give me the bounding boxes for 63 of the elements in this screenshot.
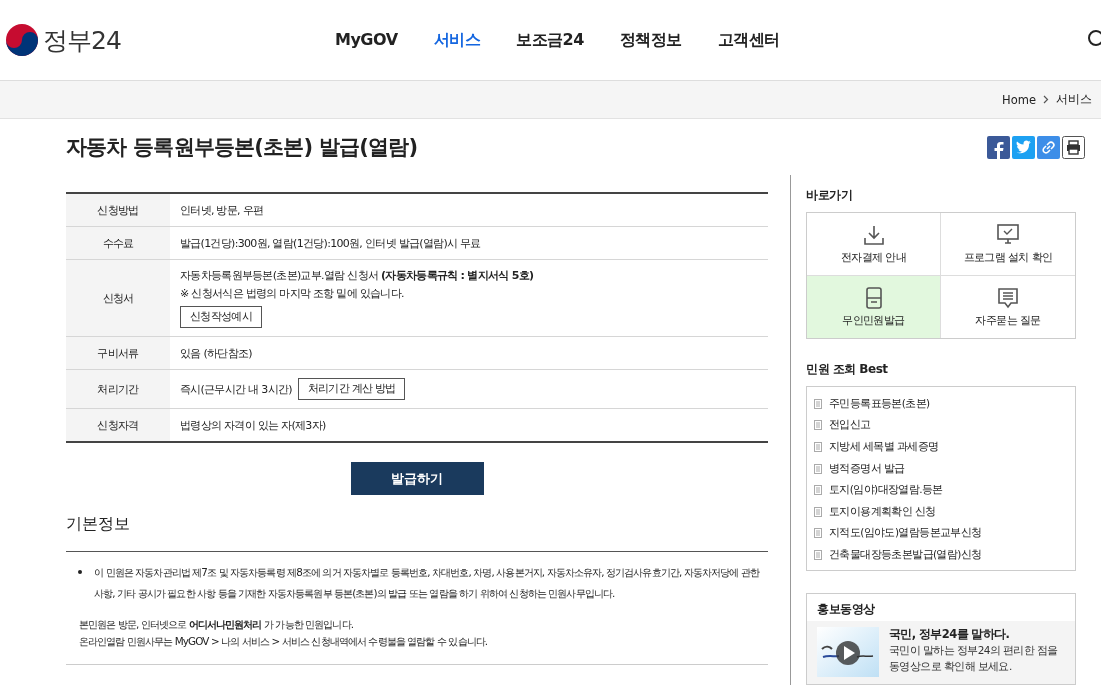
description-text: 온라인열람 민원사무는 MyGOV > 나의 서비스 > 서비스 신청내역에서 수령불을 열람할 수 있습니다. (78, 634, 489, 649)
best-link[interactable]: 주민등록표등본(초본) (829, 396, 930, 411)
row-label: 처리기간 (66, 370, 170, 408)
print-icon[interactable] (1062, 135, 1085, 159)
breadcrumb-link[interactable]: Home (1002, 92, 1036, 107)
twitter-icon[interactable] (1012, 135, 1035, 159)
quick-link[interactable]: 무인민원발급 (807, 276, 941, 338)
logo-text[interactable]: 정부24 (43, 23, 121, 57)
document-icon (814, 528, 822, 539)
row-value: 즉시(근무시간 내 3시간) (180, 381, 292, 397)
best-link[interactable]: 지방세 세목별 과세증명 (829, 440, 939, 454)
description-text: 본민원은 방문, 인터넷으로 어디서나민원처리 가 가능한 민원입니다. (78, 617, 355, 632)
best-link[interactable]: 토지(임야)대장열람.등본 (829, 483, 943, 498)
apply-button[interactable]: 발급하기 (350, 462, 484, 495)
quick-link[interactable]: 프로그램 설치 확인 (941, 213, 1075, 276)
chevron-icon (1043, 95, 1049, 104)
download-icon (862, 223, 885, 246)
document-icon (814, 442, 822, 452)
row-label: 신청서 (66, 260, 170, 336)
nav-link[interactable]: 정책정보 (619, 29, 682, 51)
document-icon (814, 485, 822, 496)
best-link[interactable]: 건축물대장등초본발급(열람)신청 (829, 547, 982, 562)
nav-link[interactable]: 고객센터 (717, 29, 780, 51)
row-value: 자동차등록원부등본(초본)교부.열람 신청서 (자동차등록규칙 : 별지서식 5호) (180, 268, 534, 283)
panel-title: 홍보동영상 (816, 600, 876, 618)
row-label: 신청자격 (66, 409, 170, 441)
nav-link[interactable]: 보조금24 (516, 29, 584, 51)
emblem-icon (5, 23, 39, 57)
best-link[interactable]: 토지이용계획확인 신청 (829, 504, 936, 519)
page-title: 자동차 등록원부등본(초본) 발급(열람) (66, 134, 418, 161)
breadcrumb-link[interactable]: 서비스 (1056, 92, 1092, 107)
video-headline[interactable]: 국민, 정부24를 말하다. (889, 626, 1058, 642)
quick-link[interactable]: 자주묻는 질문 (941, 276, 1075, 338)
sidebar-heading: 바로가기 (806, 187, 853, 204)
row-value: 있음 (하단참조) (180, 345, 252, 361)
note-text: ※ 신청서식은 법령의 마지막 조항 밑에 있습니다. (180, 286, 405, 301)
info-button[interactable]: 처리기간 계산 방법 (297, 378, 406, 400)
section-title: 기본정보 (66, 512, 768, 552)
sidebar-heading: 민원 조회 Best (806, 361, 889, 378)
info-button[interactable]: 신청작성예시 (180, 306, 262, 328)
video-caption: 국민이 말하는 정부24의 편리한 점을 (889, 642, 1058, 658)
row-label: 신청방법 (66, 194, 170, 226)
row-value: 발급(1건당):300원, 열람(1건당):100원, 인터넷 발급(열람)시 무료 (180, 235, 481, 251)
row-value: 인터넷, 방문, 우편 (180, 202, 264, 218)
document-icon (814, 420, 822, 431)
row-label: 구비서류 (66, 337, 170, 369)
best-link[interactable]: 병적증명서 발급 (829, 461, 905, 476)
document-icon (814, 463, 822, 474)
document-icon (814, 398, 822, 409)
speech-bubble-icon (997, 286, 1019, 309)
row-value: 법령상의 자격이 있는 자(제3자) (180, 417, 326, 433)
document-icon (814, 506, 822, 517)
bullet-icon (78, 570, 82, 574)
monitor-icon (997, 223, 1019, 246)
best-link[interactable]: 지적도(임야도)열람등본교부신청 (829, 526, 982, 541)
row-label: 수수료 (66, 227, 170, 259)
video-caption: 동영상으로 확인해 보세요. (889, 658, 1013, 674)
best-link[interactable]: 전입신고 (829, 418, 871, 433)
description-text: 이 민원은 자동차관리법 제7조 및 자동차등록령 제8조에 의거 자동차별로 등록번호, 차대번호, 차명, 사용본거지, 자동차소유자, 정기검사유효기간, 자동차저당에 관한 사항, 기타 공시가 필요한 사항 등을 기재한 자동차등록원부 등본(초본)의 발급 또는 열람을 하기 위하여 신청하는 민원사무입니다. (94, 565, 761, 601)
nav-link[interactable]: 서비스 (433, 29, 481, 51)
document-icon (814, 549, 822, 560)
nav-link[interactable]: MyGOV (335, 29, 398, 51)
facebook-icon[interactable] (987, 135, 1010, 159)
